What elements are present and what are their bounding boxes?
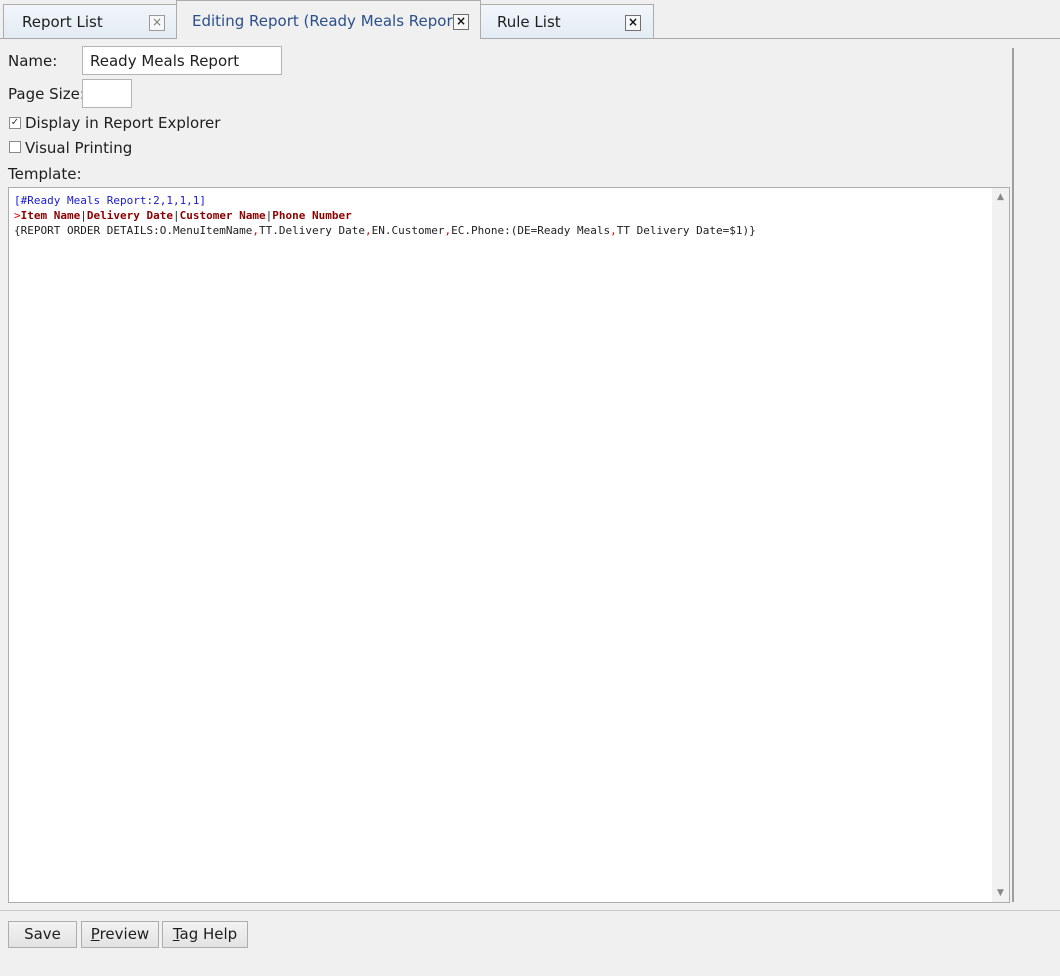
close-icon[interactable]: × [625, 15, 641, 31]
report-field: O.MenuItemName [159, 224, 253, 237]
template-code: [#Ready Meals Report:2,1,1,1] >Item Name|… [14, 193, 756, 238]
scroll-down-icon[interactable]: ▼ [992, 886, 1009, 900]
report-condition: (DE=Ready Meals [510, 224, 611, 237]
save-button[interactable]: Save [8, 921, 77, 948]
preview-label: review [99, 925, 150, 943]
close-icon[interactable]: × [453, 14, 469, 30]
template-line-1: [#Ready Meals Report:2,1,1,1] [14, 193, 756, 208]
tab-editing-report-label: Editing Report (Ready Meals Report) [192, 12, 465, 30]
editor-vertical-scrollbar[interactable]: ▲ ▼ [992, 188, 1009, 902]
tab-bar-divider [0, 38, 1060, 39]
display-in-explorer-checkbox[interactable]: ✓ [9, 117, 21, 129]
template-line-2: >Item Name|Delivery Date|Customer Name|P… [14, 208, 756, 223]
visual-printing-checkbox[interactable] [9, 141, 21, 153]
column-separator: | [172, 209, 180, 222]
column-header: Delivery Date [86, 209, 173, 222]
report-condition: TT Delivery Date=$1)} [616, 224, 756, 237]
name-label: Name: [8, 52, 58, 70]
display-in-explorer-label[interactable]: Display in Report Explorer [25, 114, 220, 132]
template-label: Template: [8, 165, 82, 183]
preview-button[interactable]: Preview [81, 921, 159, 948]
tab-report-list-label: Report List [22, 13, 103, 31]
preview-accesskey: P [90, 925, 100, 943]
panel-splitter[interactable] [1012, 48, 1014, 902]
field-separator: , [365, 224, 372, 237]
column-header: Item Name [20, 209, 81, 222]
tab-report-list[interactable]: Report List × [3, 4, 177, 38]
report-field: EN.Customer [371, 224, 445, 237]
tag-help-button[interactable]: Tag Help [162, 921, 248, 948]
tag-help-accesskey: T [172, 925, 180, 943]
scroll-up-icon[interactable]: ▲ [992, 190, 1009, 204]
page-size-label: Page Size: [8, 85, 85, 103]
page-size-input[interactable] [82, 79, 132, 108]
row-marker: > [14, 209, 21, 222]
tag-help-label: ag Help [179, 925, 238, 943]
button-bar-divider [0, 910, 1060, 911]
name-input[interactable] [82, 46, 282, 75]
field-separator: , [610, 224, 617, 237]
template-line-3: {REPORT ORDER DETAILS:O.MenuItemName,TT.… [14, 223, 756, 238]
template-editor[interactable]: [#Ready Meals Report:2,1,1,1] >Item Name|… [8, 187, 1010, 903]
tab-rule-list-label: Rule List [497, 13, 561, 31]
report-header-tag: [#Ready Meals Report:2,1,1,1] [14, 194, 207, 207]
tab-bar: Report List × Editing Report (Ready Meal… [0, 0, 1060, 39]
report-field: TT.Delivery Date [259, 224, 366, 237]
report-field: EC.Phone: [451, 224, 511, 237]
report-tag-open: {REPORT ORDER DETAILS: [14, 224, 160, 237]
close-icon[interactable]: × [149, 15, 165, 31]
visual-printing-label[interactable]: Visual Printing [25, 139, 132, 157]
tab-rule-list[interactable]: Rule List × [480, 4, 654, 38]
column-header: Customer Name [179, 209, 266, 222]
column-separator: | [80, 209, 87, 222]
column-header: Phone Number [272, 209, 352, 222]
tab-editing-report[interactable]: Editing Report (Ready Meals Report) × [176, 0, 481, 39]
